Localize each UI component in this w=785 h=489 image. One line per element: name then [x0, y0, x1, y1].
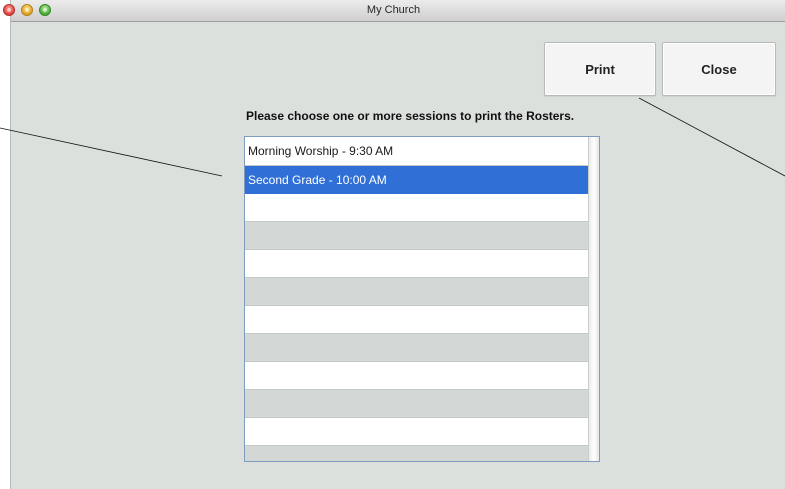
list-item[interactable] — [245, 418, 588, 446]
print-button[interactable]: Print — [544, 42, 656, 96]
title-bar[interactable]: My Church — [3, 0, 785, 22]
list-item[interactable] — [245, 250, 588, 278]
list-item[interactable] — [245, 222, 588, 250]
list-item[interactable] — [245, 334, 588, 362]
instruction-label: Please choose one or more sessions to pr… — [246, 109, 575, 123]
list-item[interactable] — [245, 362, 588, 390]
list-item-selected[interactable]: Second Grade - 10:00 AM — [245, 166, 588, 194]
sessions-rows: Morning Worship - 9:30 AM Second Grade -… — [245, 137, 588, 461]
close-button[interactable]: Close — [662, 42, 776, 96]
sessions-list[interactable]: Morning Worship - 9:30 AM Second Grade -… — [244, 136, 600, 462]
list-item[interactable] — [245, 278, 588, 306]
window-title: My Church — [366, 4, 421, 16]
list-scrollbar[interactable] — [588, 137, 599, 461]
app-window: My Church Print Close Please choose one … — [3, 0, 785, 489]
list-item[interactable] — [245, 306, 588, 334]
list-item[interactable] — [245, 446, 588, 461]
list-item[interactable] — [245, 194, 588, 222]
list-item[interactable] — [245, 390, 588, 418]
list-item[interactable]: Morning Worship - 9:30 AM — [245, 137, 588, 166]
